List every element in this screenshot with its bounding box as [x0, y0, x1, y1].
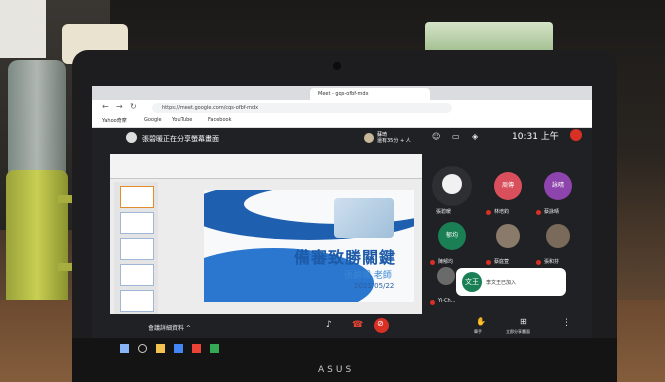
laptop-screen: Meet - gqs-ofbf-mdx ← → ↻ https://meet.g…	[92, 86, 592, 338]
viewer-avatar	[364, 133, 374, 143]
notification-avatar: 文王	[462, 272, 482, 292]
meeting-details-button[interactable]: 會議詳細資料 ^	[148, 323, 191, 332]
windows-taskbar-icons	[120, 344, 270, 358]
avatar	[496, 224, 520, 248]
raise-hand-icon[interactable]: ✋	[476, 317, 486, 326]
participant-name: 張碧暖	[436, 209, 452, 215]
present-now-label: 立即分享畫面	[506, 329, 530, 334]
end-call-icon[interactable]: ☎	[352, 320, 363, 330]
avatar: 周傳	[494, 172, 522, 200]
participant-tile[interactable]	[488, 216, 528, 256]
bookmark-facebook[interactable]: Facebook	[208, 117, 232, 123]
meet-app-icon[interactable]	[210, 344, 219, 353]
paper-note	[0, 0, 46, 58]
slide-building-graphic	[334, 198, 394, 238]
ppt-ribbon	[110, 154, 422, 179]
avatar	[442, 174, 462, 194]
slide-thumbnail[interactable]	[120, 264, 154, 286]
viewer-sub: 還有35分 + 人	[377, 138, 411, 144]
chat-icon[interactable]: ▭	[452, 132, 460, 141]
activities-icon[interactable]: ◈	[472, 132, 478, 141]
avatar: 詠晴	[544, 172, 572, 200]
slide-thumbnail[interactable]	[120, 186, 154, 208]
participant-tile[interactable]: 郁均	[432, 216, 472, 256]
file-explorer-icon[interactable]	[156, 344, 165, 353]
windows-start-icon[interactable]	[120, 344, 129, 353]
more-options-icon[interactable]: ⋮	[562, 318, 571, 328]
brand-logo: ASUS	[318, 365, 355, 375]
browser-tab[interactable]: Meet - gqs-ofbf-mdx	[310, 88, 430, 100]
avatar	[546, 224, 570, 248]
back-icon[interactable]: ←	[102, 102, 109, 111]
participant-tile[interactable]: 詠晴	[538, 166, 578, 206]
participant-name: Yi-Ch...	[438, 298, 456, 304]
self-avatar[interactable]	[570, 129, 582, 141]
notification-text: 李文王已加入	[486, 280, 517, 286]
reload-icon[interactable]: ↻	[130, 102, 137, 111]
participant-name: 林培鈞	[494, 209, 510, 215]
bookmark-youtube[interactable]: YouTube	[172, 117, 192, 123]
mic-off-icon	[486, 260, 491, 265]
slide-thumbnail[interactable]	[120, 290, 154, 312]
avatar: 郁均	[438, 222, 466, 250]
slide-thumbnail[interactable]	[120, 212, 154, 234]
avatar	[437, 267, 455, 285]
slide-date: 2021/05/22	[354, 282, 395, 290]
slide-title: 備審致勝關鍵	[294, 248, 397, 267]
bookmark-google[interactable]: Google	[144, 117, 162, 123]
camera-off-button[interactable]: ⊘	[374, 318, 389, 333]
present-icon[interactable]: ⊞	[520, 317, 527, 326]
slide-canvas: 備審致勝關鍵 張碧暖 老師 2021/05/22	[204, 190, 414, 302]
participant-tile[interactable]	[432, 166, 472, 206]
photo-scene: Meet - gqs-ofbf-mdx ← → ↻ https://meet.g…	[0, 0, 665, 382]
slide-subtitle: 張碧暖 老師	[344, 271, 392, 281]
mic-off-icon	[536, 260, 541, 265]
participant-name: 張和芬	[544, 259, 560, 265]
chrome-icon[interactable]	[192, 344, 201, 353]
presenting-label: 張碧暖正在分享螢幕畫面	[142, 135, 219, 143]
raise-hand-label: 舉手	[474, 329, 482, 334]
people-icon[interactable]: ☺	[432, 132, 440, 141]
mic-off-icon	[486, 210, 491, 215]
mic-off-icon	[430, 260, 435, 265]
bookmarks-bar	[92, 116, 592, 128]
bookmark-yahoo[interactable]: Yahoo奇摩	[102, 117, 127, 124]
mic-icon[interactable]: ♪	[326, 320, 332, 330]
mic-off-icon	[430, 300, 435, 305]
slide-thumbnail[interactable]	[120, 238, 154, 260]
camera-off-icon: ⊘	[377, 319, 384, 328]
participant-tile[interactable]	[538, 216, 578, 256]
meeting-clock: 10:31 上午	[512, 132, 559, 142]
viewer-info: 蘇琦 還有35分 + 人	[377, 132, 411, 144]
search-icon[interactable]	[138, 344, 147, 353]
edge-icon[interactable]	[174, 344, 183, 353]
glass-bottle	[8, 60, 66, 180]
forward-icon[interactable]: →	[116, 102, 123, 111]
address-bar[interactable]: https://meet.google.com/cqs-ofbf-mdx	[152, 103, 452, 113]
participant-name: 蔡庭萱	[494, 259, 510, 265]
presenter-avatar	[126, 132, 137, 143]
mic-off-icon	[536, 210, 541, 215]
participant-tile[interactable]: 周傳	[488, 166, 528, 206]
webcam-icon	[333, 62, 341, 70]
participant-name: 蔡詠晴	[544, 209, 560, 215]
